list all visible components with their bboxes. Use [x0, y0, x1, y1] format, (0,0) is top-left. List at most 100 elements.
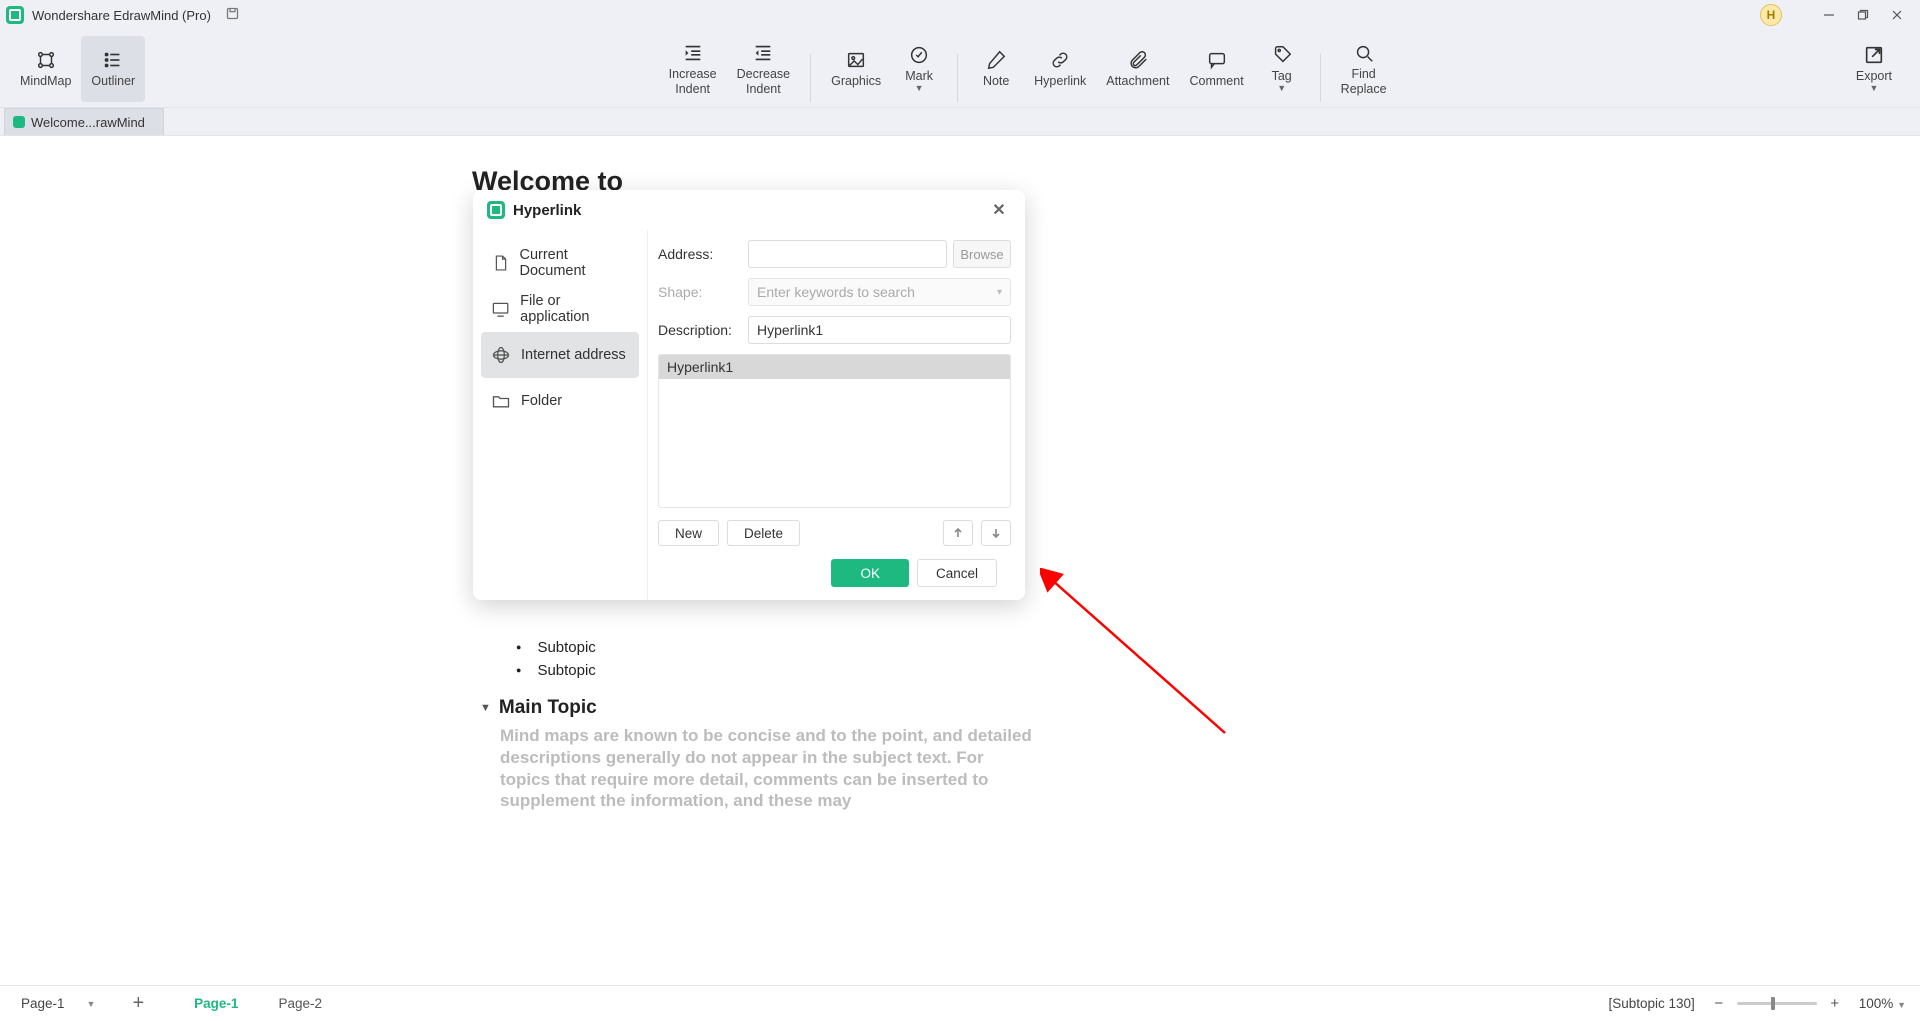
dialog-title: Hyperlink: [513, 202, 581, 219]
note-button[interactable]: Note: [968, 36, 1024, 102]
attachment-icon: [1127, 48, 1149, 72]
dialog-sidebar: Current Document File or application Int…: [473, 230, 647, 600]
save-indicator-icon[interactable]: [225, 6, 240, 24]
hyperlink-dialog: Hyperlink ✕ Current Document File or app…: [473, 190, 1025, 600]
toolbar-separator: [957, 54, 958, 102]
mark-icon: [908, 43, 930, 67]
zoom-out-button[interactable]: −: [1711, 996, 1727, 1012]
status-subtopic: [Subtopic 130]: [1608, 996, 1694, 1011]
increase-indent-label-1: Increase: [669, 67, 717, 82]
address-label: Address:: [658, 246, 748, 262]
chevron-down-icon: ▼: [915, 83, 924, 94]
find-icon: [1353, 41, 1375, 65]
export-icon: [1863, 43, 1885, 67]
zoom-in-button[interactable]: +: [1827, 996, 1843, 1012]
mark-label: Mark: [905, 69, 933, 84]
page-tabs: Page-1 Page-2: [174, 992, 342, 1015]
file-tab[interactable]: Welcome...rawMind: [4, 108, 164, 135]
decrease-indent-button[interactable]: Decrease Indent: [727, 36, 801, 102]
maximize-button[interactable]: [1846, 4, 1880, 26]
subtopic-item[interactable]: Subtopic: [516, 639, 1032, 656]
ok-button[interactable]: OK: [831, 559, 909, 587]
dialog-close-button[interactable]: ✕: [987, 198, 1011, 222]
zoom-label[interactable]: 100% ▼: [1859, 996, 1906, 1011]
description-label: Description:: [658, 322, 748, 338]
comment-button[interactable]: Comment: [1179, 36, 1253, 102]
zoom-slider[interactable]: [1737, 1002, 1817, 1005]
sidebar-item-folder[interactable]: Folder: [481, 378, 639, 424]
comment-icon: [1206, 48, 1228, 72]
file-tabstrip: Welcome...rawMind: [0, 108, 1920, 136]
move-down-button[interactable]: [981, 520, 1011, 546]
outliner-button[interactable]: Outliner: [81, 36, 145, 102]
tag-icon: [1271, 43, 1293, 67]
zoom-thumb[interactable]: [1771, 997, 1775, 1010]
address-input[interactable]: [748, 240, 947, 268]
hyperlink-list[interactable]: Hyperlink1: [658, 354, 1011, 508]
main-topic-label: Main Topic: [499, 697, 597, 719]
attachment-button[interactable]: Attachment: [1096, 36, 1179, 102]
list-item[interactable]: Hyperlink1: [659, 355, 1010, 379]
increase-indent-icon: [682, 41, 704, 65]
page-selector[interactable]: Page-1 ▼: [14, 993, 102, 1014]
mindmap-button[interactable]: MindMap: [10, 36, 81, 102]
browse-button[interactable]: Browse: [953, 240, 1011, 268]
page-tab[interactable]: Page-1: [174, 992, 258, 1015]
shape-combobox[interactable]: Enter keywords to search: [748, 278, 1011, 306]
globe-icon: [491, 345, 511, 365]
outliner-label: Outliner: [91, 74, 135, 89]
sidebar-label: Internet address: [521, 347, 626, 363]
sidebar-label: Folder: [521, 393, 562, 409]
shape-label: Shape:: [658, 284, 748, 300]
page-tab[interactable]: Page-2: [258, 992, 342, 1015]
new-button[interactable]: New: [658, 520, 719, 546]
increase-indent-label-2: Indent: [675, 82, 710, 97]
close-button[interactable]: [1880, 4, 1914, 26]
app-icon: [6, 6, 24, 24]
user-avatar[interactable]: H: [1760, 4, 1782, 26]
document-icon: [491, 253, 509, 273]
chevron-down-icon: ▼: [1869, 83, 1878, 94]
subtopic-item[interactable]: Subtopic: [516, 662, 1032, 679]
mindmap-label: MindMap: [20, 74, 71, 89]
tag-label: Tag: [1272, 69, 1292, 84]
comment-label: Comment: [1189, 74, 1243, 89]
sidebar-item-file-application[interactable]: File or application: [481, 286, 639, 332]
find-label-1: Find: [1351, 67, 1375, 82]
export-button[interactable]: Export ▼: [1846, 36, 1902, 102]
find-replace-button[interactable]: Find Replace: [1331, 36, 1397, 102]
sidebar-item-internet-address[interactable]: Internet address: [481, 332, 639, 378]
increase-indent-button[interactable]: Increase Indent: [659, 36, 727, 102]
cancel-button[interactable]: Cancel: [917, 559, 997, 587]
tag-button[interactable]: Tag ▼: [1254, 36, 1310, 102]
decrease-indent-label-2: Indent: [746, 82, 781, 97]
dialog-app-icon: [487, 201, 505, 219]
main-topic-row[interactable]: ▼ Main Topic: [480, 697, 1032, 719]
minimize-button[interactable]: [1812, 4, 1846, 26]
hyperlink-label: Hyperlink: [1034, 74, 1086, 89]
toolbar-separator: [1320, 54, 1321, 102]
move-up-button[interactable]: [943, 520, 973, 546]
dialog-main: Address: Browse Shape: Enter keywords to…: [647, 230, 1025, 600]
mark-button[interactable]: Mark ▼: [891, 36, 947, 102]
zoom-control: − +: [1711, 996, 1843, 1012]
toolbar: MindMap Outliner Increase Indent Decreas…: [0, 30, 1920, 108]
graphics-button[interactable]: Graphics: [821, 36, 891, 102]
monitor-icon: [491, 299, 510, 319]
folder-icon: [491, 391, 511, 411]
attachment-label: Attachment: [1106, 74, 1169, 89]
note-icon: [985, 48, 1007, 72]
graphics-label: Graphics: [831, 74, 881, 89]
graphics-icon: [845, 48, 867, 72]
sidebar-item-current-document[interactable]: Current Document: [481, 240, 639, 286]
topic-description[interactable]: Mind maps are known to be concise and to…: [500, 725, 1032, 812]
decrease-indent-label-1: Decrease: [737, 67, 791, 82]
add-page-button[interactable]: +: [132, 992, 144, 1015]
description-input[interactable]: [748, 316, 1011, 344]
app-title: Wondershare EdrawMind (Pro): [32, 8, 211, 23]
delete-button[interactable]: Delete: [727, 520, 800, 546]
decrease-indent-icon: [752, 41, 774, 65]
collapse-icon[interactable]: ▼: [480, 702, 491, 714]
hyperlink-button[interactable]: Hyperlink: [1024, 36, 1096, 102]
chevron-down-icon: ▼: [1277, 83, 1286, 94]
